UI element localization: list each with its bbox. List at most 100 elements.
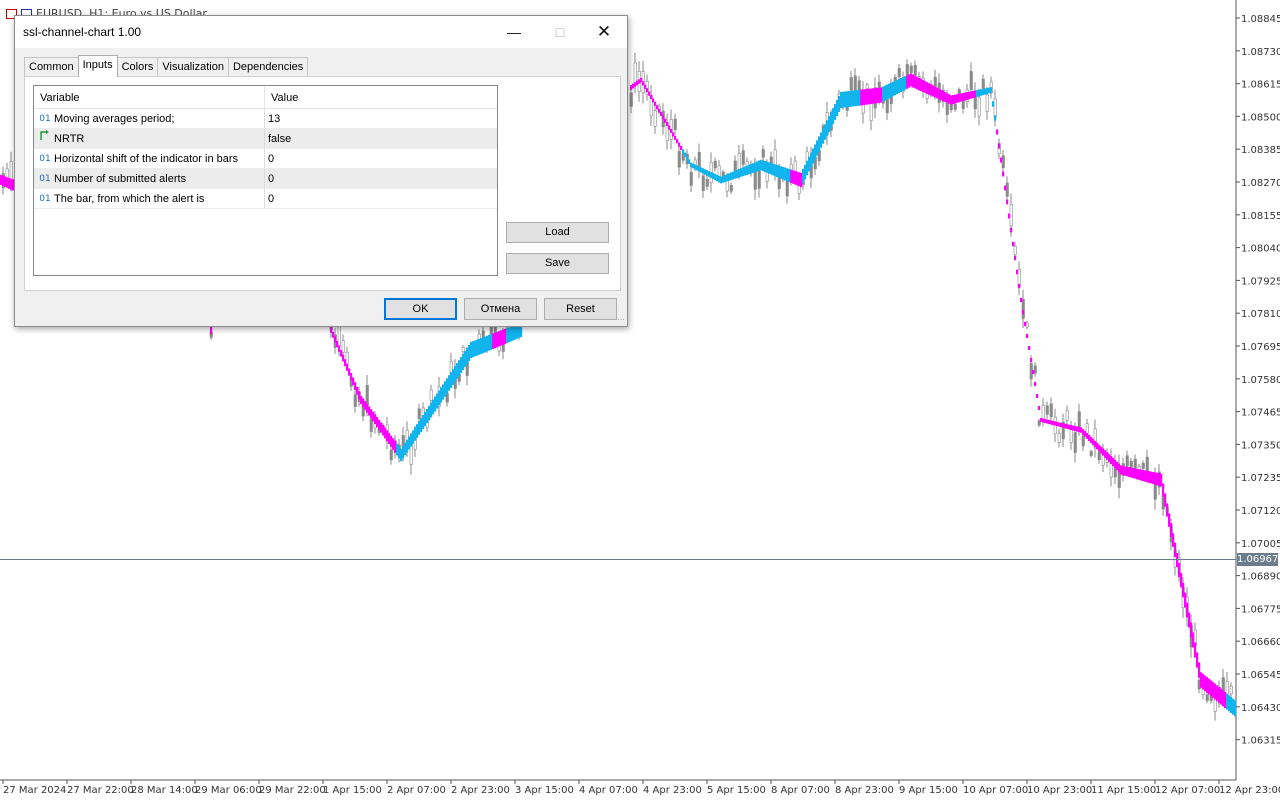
candle-body xyxy=(1229,685,1233,695)
candle-body xyxy=(1005,182,1009,197)
current-price-tag: 1.06967 xyxy=(1237,553,1279,566)
price-label: 1.08155 xyxy=(1241,211,1280,222)
candle-body xyxy=(969,71,973,90)
candle-body xyxy=(461,346,465,352)
table-row[interactable]: 01 Horizontal shift of the indicator in b… xyxy=(34,149,497,169)
candle-body xyxy=(713,160,717,169)
tab-inputs[interactable]: Inputs xyxy=(77,55,118,77)
price-label: 1.08615 xyxy=(1241,80,1280,91)
candle-body xyxy=(865,84,869,90)
variable-name: NRTR xyxy=(54,132,85,145)
price-label: 1.06890 xyxy=(1241,572,1280,583)
candle-body xyxy=(817,150,821,162)
candle-body xyxy=(1045,405,1049,415)
ok-button[interactable]: OK xyxy=(384,298,457,320)
price-label: 1.08500 xyxy=(1241,112,1280,123)
price-axis: 1.08845 1.08730 1.08615 1.08500 1.08385 1.082… xyxy=(1236,14,1280,747)
variable-value[interactable]: false xyxy=(265,129,291,148)
candle-body xyxy=(1021,299,1025,319)
candle-body xyxy=(849,77,853,91)
time-label: 27 Mar 22:00 xyxy=(67,785,134,796)
variable-value[interactable]: 0 xyxy=(265,169,274,188)
tab-common[interactable]: Common xyxy=(24,57,79,76)
dialog-title: ssl-channel-chart 1.00 xyxy=(23,25,142,39)
candle-body xyxy=(389,449,393,461)
price-label: 1.08040 xyxy=(1241,244,1280,255)
price-label: 1.06660 xyxy=(1241,637,1280,648)
candle-body xyxy=(949,103,953,111)
column-header-variable[interactable]: Variable xyxy=(34,86,265,108)
candle-body xyxy=(913,65,917,76)
candle-body xyxy=(653,110,657,127)
tab-dependencies[interactable]: Dependencies xyxy=(227,57,309,76)
tab-visualization[interactable]: Visualization xyxy=(157,57,229,76)
candle-body xyxy=(757,169,761,189)
table-row[interactable]: 01 Number of submitted alerts 0 xyxy=(34,169,497,189)
candle-body xyxy=(1205,694,1209,701)
time-label: 2 Apr 07:00 xyxy=(387,785,446,796)
time-label: 10 Apr 07:00 xyxy=(963,785,1028,796)
reset-button[interactable]: Reset xyxy=(544,298,617,320)
integer-type-icon: 01 xyxy=(39,173,51,184)
price-label: 1.08730 xyxy=(1241,47,1280,58)
time-axis: 27 Mar 2024 27 Mar 22:0028 Mar 14:0029 Ma… xyxy=(2,780,1280,796)
dialog-titlebar[interactable]: ssl-channel-chart 1.00 — □ ✕ xyxy=(15,16,627,48)
table-row[interactable]: 01 The bar, from which the alert is 0 xyxy=(34,189,497,209)
candle-body xyxy=(793,160,797,173)
table-row[interactable]: NRTR false xyxy=(34,129,497,149)
maximize-icon[interactable]: □ xyxy=(537,16,583,48)
tab-bar: Common Inputs Colors Visualization Depen… xyxy=(24,55,309,77)
candle-body xyxy=(1089,451,1093,456)
candle-body xyxy=(1077,411,1081,429)
candle-body xyxy=(1133,458,1137,469)
candle-body xyxy=(345,351,349,365)
variable-value[interactable]: 0 xyxy=(265,189,274,208)
price-label: 1.07120 xyxy=(1241,506,1280,517)
candle-body xyxy=(1057,432,1061,444)
candle-body xyxy=(1033,365,1037,374)
time-label: 28 Mar 14:00 xyxy=(131,785,198,796)
price-label: 1.07810 xyxy=(1241,309,1280,320)
variable-name: Number of submitted alerts xyxy=(54,172,187,185)
candle-body xyxy=(897,68,901,78)
save-button[interactable]: Save xyxy=(506,253,609,274)
variable-value[interactable]: 0 xyxy=(265,149,274,168)
candle-body xyxy=(1041,404,1045,420)
variable-name: Moving averages period; xyxy=(54,112,175,125)
price-label: 1.07005 xyxy=(1241,539,1280,550)
resize-grip-icon[interactable]: ⋯ xyxy=(617,316,625,324)
time-label: 1 Apr 15:00 xyxy=(323,785,382,796)
cancel-button[interactable]: Отмена xyxy=(464,298,537,320)
time-label: 8 Apr 23:00 xyxy=(835,785,894,796)
time-label: 4 Apr 07:00 xyxy=(579,785,638,796)
boolean-type-icon xyxy=(36,129,54,149)
close-icon[interactable]: ✕ xyxy=(581,16,627,48)
column-header-value[interactable]: Value xyxy=(265,86,298,108)
candle-body xyxy=(705,179,709,187)
candle-body xyxy=(1145,456,1149,472)
candle-body xyxy=(729,185,733,192)
candle-body xyxy=(853,75,857,92)
candle-body xyxy=(1141,462,1145,469)
price-label: 1.08385 xyxy=(1241,145,1280,156)
price-label: 1.06545 xyxy=(1241,670,1280,681)
time-label: 10 Apr 23:00 xyxy=(1027,785,1092,796)
candle-body xyxy=(905,64,909,76)
variable-value[interactable]: 13 xyxy=(265,109,280,128)
candle-body xyxy=(953,103,957,110)
time-label: 12 Apr 23:00 xyxy=(1219,785,1280,796)
candle-body xyxy=(985,94,989,112)
table-row[interactable]: 01 Moving averages period; 13 xyxy=(34,109,497,129)
candle-body xyxy=(1081,435,1085,447)
candle-body xyxy=(1129,460,1133,469)
candle-body xyxy=(957,89,961,94)
time-label: 29 Mar 22:00 xyxy=(259,785,326,796)
tab-colors[interactable]: Colors xyxy=(116,57,159,76)
grid-header: Variable Value xyxy=(34,86,497,109)
load-button[interactable]: Load xyxy=(506,222,609,243)
integer-type-icon: 01 xyxy=(39,153,51,164)
candle-body xyxy=(445,393,449,403)
inputs-grid[interactable]: Variable Value 01 Moving averages period;… xyxy=(33,85,498,276)
minimize-icon[interactable]: — xyxy=(491,16,537,48)
candle-body xyxy=(677,151,681,168)
